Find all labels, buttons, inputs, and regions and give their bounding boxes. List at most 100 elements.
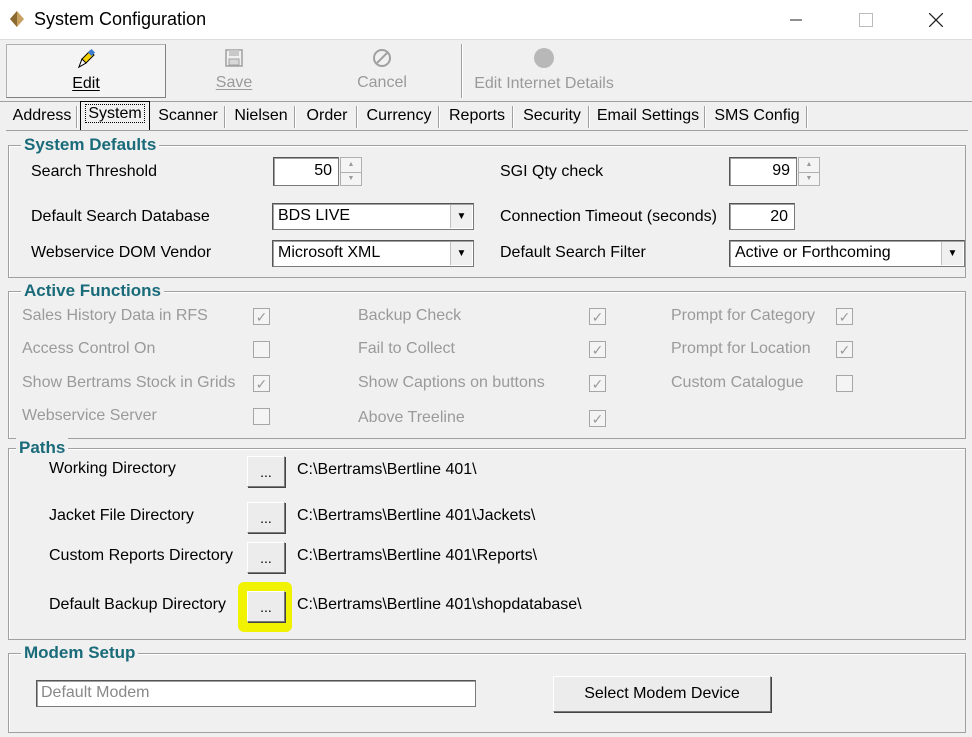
prompt-location-label: Prompt for Location — [671, 340, 811, 357]
dropdown-arrow-icon[interactable]: ▼ — [941, 242, 963, 265]
browse-label: ... — [260, 598, 272, 615]
tab-scanner[interactable]: Scanner — [152, 104, 224, 130]
webservice-server-checkbox[interactable] — [253, 408, 270, 425]
dropdown-arrow-icon[interactable]: ▼ — [450, 242, 472, 265]
window-title: System Configuration — [34, 9, 207, 29]
default-search-filter-value: Active or Forthcoming — [735, 244, 891, 261]
sales-history-checkbox[interactable]: ✓ — [253, 308, 270, 325]
default-search-database-label: Default Search Database — [31, 208, 210, 225]
spinner-down-icon[interactable]: ▼ — [341, 171, 361, 186]
fail-to-collect-label: Fail to Collect — [358, 340, 455, 357]
jacket-file-directory-browse-button[interactable]: ... — [247, 502, 285, 533]
working-directory-label: Working Directory — [49, 460, 176, 477]
select-modem-device-label: Select Modem Device — [584, 685, 740, 702]
tab-separator — [294, 106, 296, 128]
webservice-dom-vendor-select[interactable]: Microsoft XML ▼ — [272, 240, 474, 267]
default-search-database-select[interactable]: BDS LIVE ▼ — [272, 203, 474, 230]
tab-nielsen[interactable]: Nielsen — [228, 104, 294, 130]
globe-icon — [534, 48, 554, 68]
checkmark-icon: ✓ — [591, 341, 604, 358]
jacket-file-directory-label: Jacket File Directory — [49, 507, 194, 524]
browse-label: ... — [260, 549, 272, 566]
maximize-button[interactable] — [843, 0, 889, 40]
spinner-up-icon[interactable]: ▲ — [799, 158, 819, 172]
checkmark-icon: ✓ — [255, 375, 268, 392]
cancel-button[interactable]: Cancel — [302, 44, 462, 98]
spinner-down-icon[interactable]: ▼ — [799, 171, 819, 186]
custom-catalogue-checkbox[interactable] — [836, 375, 853, 392]
tab-address[interactable]: Address — [8, 104, 76, 130]
save-icon — [225, 49, 243, 67]
edit-icon — [78, 49, 96, 69]
browse-label: ... — [260, 509, 272, 526]
connection-timeout-input[interactable]: 20 — [729, 203, 795, 230]
tab-system[interactable]: System — [80, 101, 150, 131]
webservice-dom-vendor-label: Webservice DOM Vendor — [31, 244, 212, 261]
show-captions-label: Show Captions on buttons — [358, 374, 545, 391]
tab-security[interactable]: Security — [516, 104, 588, 130]
toolbar-separator — [461, 44, 463, 98]
fail-to-collect-checkbox[interactable]: ✓ — [589, 341, 606, 358]
sgi-qty-check-label: SGI Qty check — [500, 163, 604, 180]
edit-label: Edit — [72, 75, 100, 92]
custom-reports-directory-browse-button[interactable]: ... — [247, 542, 285, 573]
checkmark-icon: ✓ — [591, 308, 604, 325]
minimize-button[interactable] — [773, 0, 819, 40]
prompt-category-checkbox[interactable]: ✓ — [836, 308, 853, 325]
above-treeline-label: Above Treeline — [358, 409, 465, 426]
show-captions-checkbox[interactable]: ✓ — [589, 375, 606, 392]
spinner-up-icon[interactable]: ▲ — [341, 158, 361, 172]
close-button[interactable] — [913, 0, 959, 40]
tab-email-settings[interactable]: Email Settings — [592, 104, 704, 130]
tab-currency[interactable]: Currency — [360, 104, 438, 130]
webservice-dom-vendor-value: Microsoft XML — [278, 244, 381, 261]
modem-setup-title: Modem Setup — [21, 643, 139, 663]
tab-separator — [356, 106, 358, 128]
app-icon[interactable] — [10, 11, 24, 27]
checkmark-icon: ✓ — [255, 308, 268, 325]
default-backup-directory-browse-button[interactable]: ... — [247, 591, 285, 622]
backup-check-checkbox[interactable]: ✓ — [589, 308, 606, 325]
working-directory-path: C:\Bertrams\Bertline 401\ — [297, 461, 477, 478]
save-label: Save — [215, 74, 253, 91]
checkmark-icon: ✓ — [591, 410, 604, 427]
access-control-checkbox[interactable] — [253, 341, 270, 358]
tab-separator — [76, 106, 78, 128]
search-threshold-input[interactable]: 50 — [273, 157, 339, 186]
minimize-icon — [790, 19, 802, 21]
edit-button[interactable]: Edit — [6, 44, 166, 98]
cancel-label: Cancel — [357, 74, 407, 91]
search-threshold-spinner[interactable]: ▲ ▼ — [340, 157, 362, 186]
dropdown-arrow-icon[interactable]: ▼ — [450, 205, 472, 228]
edit-internet-details-button[interactable]: Edit Internet Details — [466, 44, 622, 98]
select-modem-device-button[interactable]: Select Modem Device — [553, 676, 771, 712]
tab-order[interactable]: Order — [298, 104, 356, 130]
checkmark-icon: ✓ — [591, 375, 604, 392]
tab-reports[interactable]: Reports — [442, 104, 512, 130]
tab-separator — [588, 106, 590, 128]
default-search-filter-label: Default Search Filter — [500, 244, 646, 261]
sgi-qty-check-spinner[interactable]: ▲ ▼ — [798, 157, 820, 186]
tab-separator — [704, 106, 706, 128]
show-bertrams-stock-checkbox[interactable]: ✓ — [253, 375, 270, 392]
cancel-icon — [373, 49, 391, 67]
tab-sms-config[interactable]: SMS Config — [708, 104, 806, 130]
modem-device-field[interactable]: Default Modem — [36, 680, 476, 707]
jacket-file-directory-path: C:\Bertrams\Bertline 401\Jackets\ — [297, 507, 536, 524]
paths-title: Paths — [16, 438, 69, 458]
above-treeline-checkbox[interactable]: ✓ — [589, 410, 606, 427]
custom-reports-directory-path: C:\Bertrams\Bertline 401\Reports\ — [297, 547, 538, 564]
checkmark-icon: ✓ — [838, 341, 851, 358]
tab-separator — [806, 106, 808, 128]
prompt-location-checkbox[interactable]: ✓ — [836, 341, 853, 358]
default-backup-directory-label: Default Backup Directory — [49, 596, 226, 613]
sgi-qty-check-input[interactable]: 99 — [729, 157, 797, 186]
access-control-label: Access Control On — [22, 340, 156, 357]
maximize-icon — [859, 13, 873, 27]
prompt-category-label: Prompt for Category — [671, 307, 816, 324]
working-directory-browse-button[interactable]: ... — [247, 456, 285, 487]
tab-separator — [438, 106, 440, 128]
save-button[interactable]: Save — [166, 44, 302, 98]
backup-check-label: Backup Check — [358, 307, 462, 324]
default-search-filter-select[interactable]: Active or Forthcoming ▼ — [729, 240, 965, 267]
